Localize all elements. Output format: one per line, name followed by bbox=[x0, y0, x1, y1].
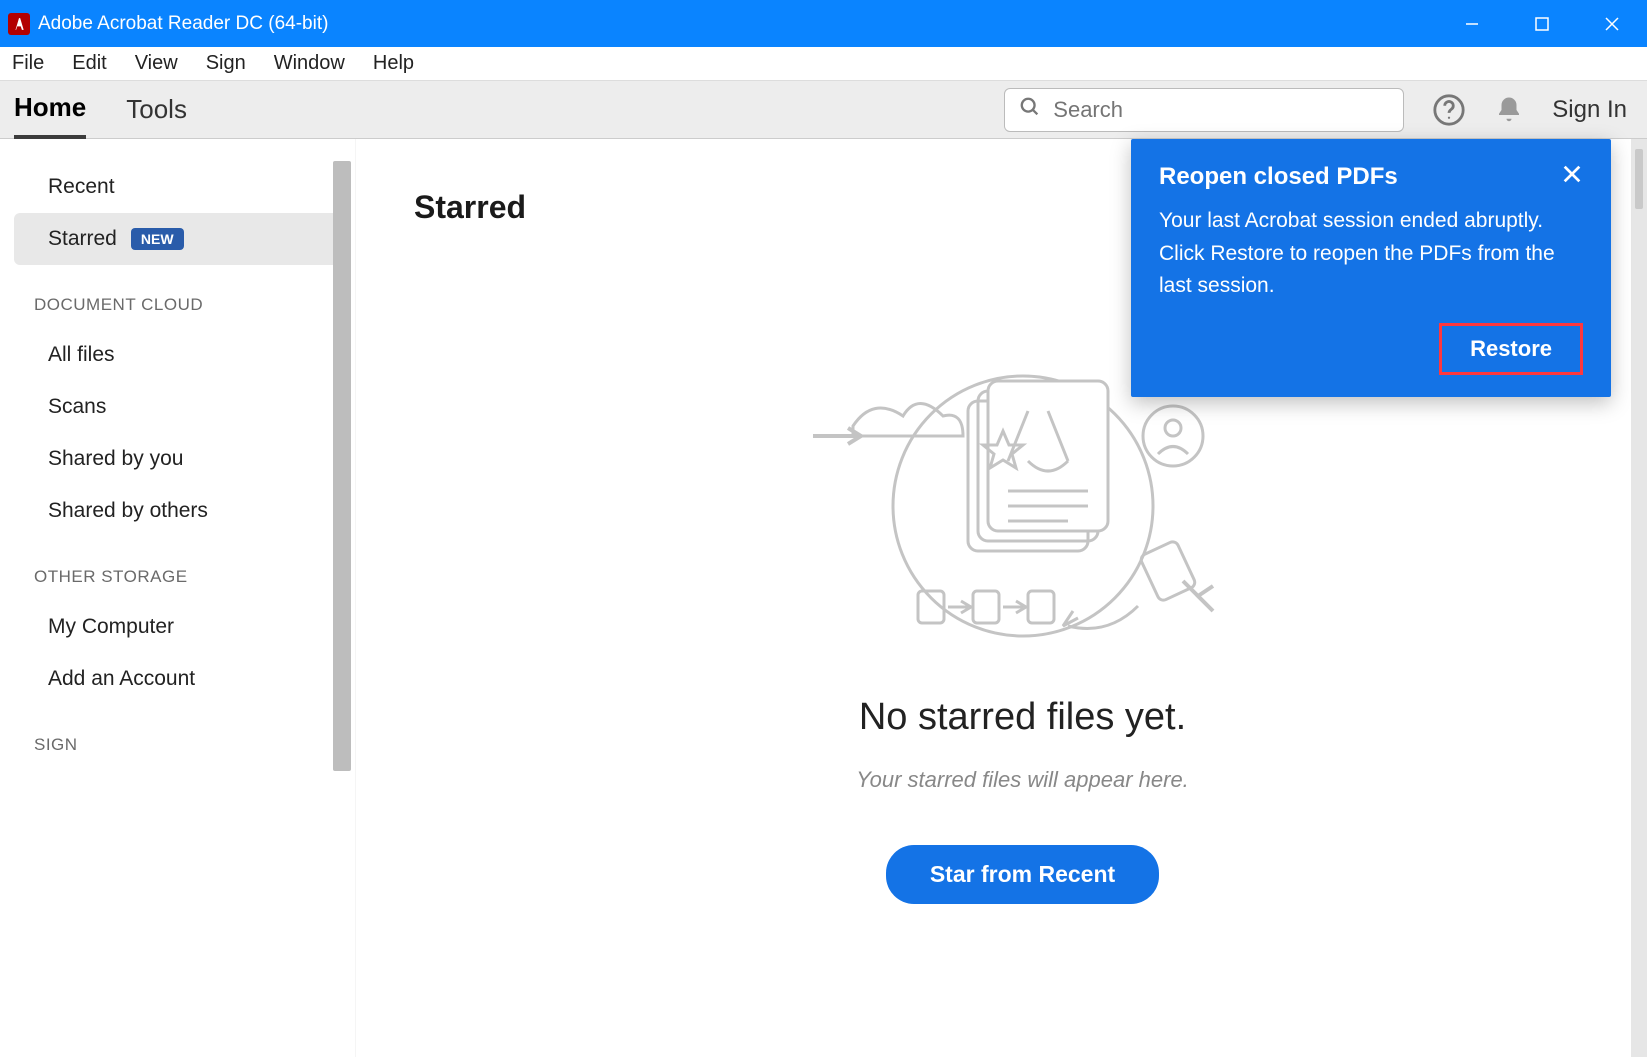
right-rail-scrollbar[interactable] bbox=[1635, 149, 1643, 209]
menu-help[interactable]: Help bbox=[373, 52, 414, 75]
new-badge: NEW bbox=[131, 228, 184, 250]
menu-file[interactable]: File bbox=[12, 52, 44, 75]
sidebar-section-document-cloud: DOCUMENT CLOUD bbox=[0, 265, 355, 329]
menu-window[interactable]: Window bbox=[274, 52, 345, 75]
empty-subtitle: Your starred files will appear here. bbox=[856, 767, 1189, 793]
help-icon[interactable] bbox=[1432, 93, 1466, 127]
tab-tools[interactable]: Tools bbox=[126, 82, 187, 137]
sidebar-item-add-account[interactable]: Add an Account bbox=[14, 653, 341, 705]
popup-body: Your last Acrobat session ended abruptly… bbox=[1159, 205, 1583, 303]
minimize-button[interactable] bbox=[1437, 0, 1507, 47]
reopen-pdfs-popup: Reopen closed PDFs Your last Acrobat ses… bbox=[1131, 139, 1611, 397]
popup-title: Reopen closed PDFs bbox=[1159, 163, 1398, 191]
maximize-button[interactable] bbox=[1507, 0, 1577, 47]
empty-title: No starred files yet. bbox=[859, 696, 1186, 739]
menu-view[interactable]: View bbox=[135, 52, 178, 75]
menu-sign[interactable]: Sign bbox=[206, 52, 246, 75]
star-from-recent-button[interactable]: Star from Recent bbox=[886, 845, 1159, 904]
empty-illustration bbox=[803, 356, 1243, 656]
sidebar-item-label: Shared by others bbox=[48, 499, 208, 523]
sidebar-section-sign: SIGN bbox=[0, 705, 355, 769]
sidebar-item-label: Shared by you bbox=[48, 447, 183, 471]
sidebar-item-shared-by-you[interactable]: Shared by you bbox=[14, 433, 341, 485]
restore-button[interactable]: Restore bbox=[1439, 323, 1583, 375]
search-box[interactable] bbox=[1004, 88, 1404, 132]
sidebar-item-label: Recent bbox=[48, 175, 115, 199]
search-icon bbox=[1019, 96, 1041, 123]
sidebar-scrollbar[interactable] bbox=[333, 161, 351, 771]
sidebar-item-all-files[interactable]: All files bbox=[14, 329, 341, 381]
toolbar: Home Tools Sign In bbox=[0, 81, 1647, 139]
sidebar-item-my-computer[interactable]: My Computer bbox=[14, 601, 341, 653]
sidebar-item-starred[interactable]: Starred NEW bbox=[14, 213, 341, 265]
menubar: File Edit View Sign Window Help bbox=[0, 47, 1647, 81]
sidebar-item-label: My Computer bbox=[48, 615, 174, 639]
empty-state: No starred files yet. Your starred files… bbox=[414, 356, 1631, 904]
sidebar-item-scans[interactable]: Scans bbox=[14, 381, 341, 433]
sidebar-item-label: Add an Account bbox=[48, 667, 195, 691]
right-rail bbox=[1631, 139, 1647, 1057]
menu-edit[interactable]: Edit bbox=[72, 52, 106, 75]
sidebar-section-other-storage: OTHER STORAGE bbox=[0, 537, 355, 601]
main-content: Starred Reopen closed PDFs Your last Acr… bbox=[356, 139, 1631, 1057]
titlebar: Adobe Acrobat Reader DC (64-bit) bbox=[0, 0, 1647, 47]
sidebar-item-label: All files bbox=[48, 343, 115, 367]
sign-in-button[interactable]: Sign In bbox=[1552, 96, 1627, 124]
popup-close-button[interactable] bbox=[1561, 163, 1583, 190]
bell-icon[interactable] bbox=[1494, 95, 1524, 125]
tab-home[interactable]: Home bbox=[14, 80, 86, 139]
app-icon bbox=[8, 13, 30, 35]
sidebar-item-recent[interactable]: Recent bbox=[14, 161, 341, 213]
close-button[interactable] bbox=[1577, 0, 1647, 47]
search-input[interactable] bbox=[1053, 97, 1389, 123]
window-title: Adobe Acrobat Reader DC (64-bit) bbox=[38, 13, 328, 35]
sidebar: Recent Starred NEW DOCUMENT CLOUD All fi… bbox=[0, 139, 356, 1057]
sidebar-item-label: Starred bbox=[48, 227, 117, 251]
sidebar-item-shared-by-others[interactable]: Shared by others bbox=[14, 485, 341, 537]
sidebar-item-label: Scans bbox=[48, 395, 106, 419]
